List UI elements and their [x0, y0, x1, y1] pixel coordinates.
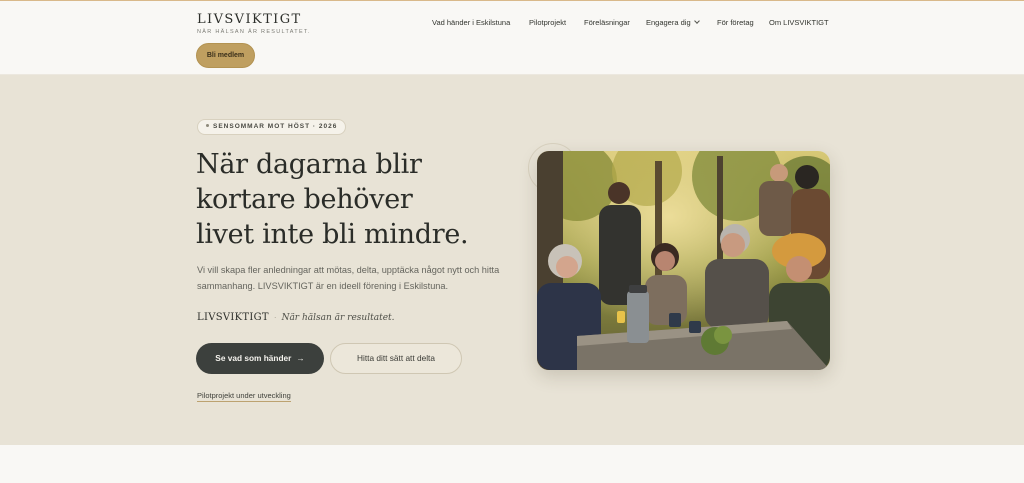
nav-item-for-foretag[interactable]: För företag	[717, 18, 754, 27]
nav-label: Vad händer i Eskilstuna	[432, 18, 511, 27]
nav-label: Föreläsningar	[584, 18, 630, 27]
hero-heading-line: kortare behöver	[196, 184, 413, 215]
signature-tagline: När hälsan är resultatet.	[281, 313, 395, 323]
nav-item-engagera-dig[interactable]: Engagera dig	[646, 18, 700, 27]
hero-photo	[537, 151, 830, 370]
season-badge-label: SENSOMMAR MOT HÖST · 2026	[213, 123, 338, 130]
nav-item-vad-hander[interactable]: Vad händer i Eskilstuna	[432, 18, 510, 27]
hero-lead-text: Vi vill skapa fler anledningar att mötas…	[197, 265, 500, 291]
site-tagline: NÄR HÄLSAN ÄR RESULTATET.	[197, 29, 311, 35]
see-events-button[interactable]: Se vad som händer →	[196, 343, 324, 374]
find-participation-button[interactable]: Hitta ditt sätt att delta	[330, 343, 462, 374]
nav-label: För företag	[717, 18, 754, 27]
signature-separator: ·	[273, 313, 277, 322]
season-badge: SENSOMMAR MOT HÖST · 2026	[197, 119, 347, 135]
signature-name: LIVSVIKTIGT	[197, 312, 269, 323]
nav-label: Om LIVSVIKTIGT	[769, 18, 829, 27]
hero-heading: När dagarna blir kortare behöver livet i…	[196, 147, 516, 252]
dot-icon	[206, 124, 209, 127]
nav-item-om-livsviktigt[interactable]: Om LIVSVIKTIGT	[769, 18, 829, 27]
nav-label: Engagera dig	[646, 18, 691, 27]
hero-heading-line: När dagarna blir	[196, 149, 422, 180]
nav-item-forelasningar[interactable]: Föreläsningar	[584, 18, 630, 27]
next-section	[0, 445, 1024, 483]
become-member-button[interactable]: Bli medlem	[196, 43, 255, 68]
hero-heading-line: livet inte bli mindre.	[196, 219, 469, 250]
site-header: LIVSVIKTIGT NÄR HÄLSAN ÄR RESULTATET. Va…	[0, 1, 1024, 75]
arrow-right-icon: →	[296, 353, 305, 363]
hero-signature: LIVSVIKTIGT · När hälsan är resultatet.	[197, 312, 395, 323]
nav-label: Pilotprojekt	[529, 18, 567, 27]
nav-item-pilotprojekt[interactable]: Pilotprojekt	[529, 18, 566, 27]
site-logo[interactable]: LIVSVIKTIGT	[197, 12, 302, 27]
see-events-label: Se vad som händer	[215, 353, 292, 363]
pilot-project-link[interactable]: Pilotprojekt under utveckling	[197, 391, 291, 402]
chevron-down-icon	[693, 18, 700, 24]
hero-section: SENSOMMAR MOT HÖST · 2026 När dagarna bl…	[0, 75, 1024, 445]
